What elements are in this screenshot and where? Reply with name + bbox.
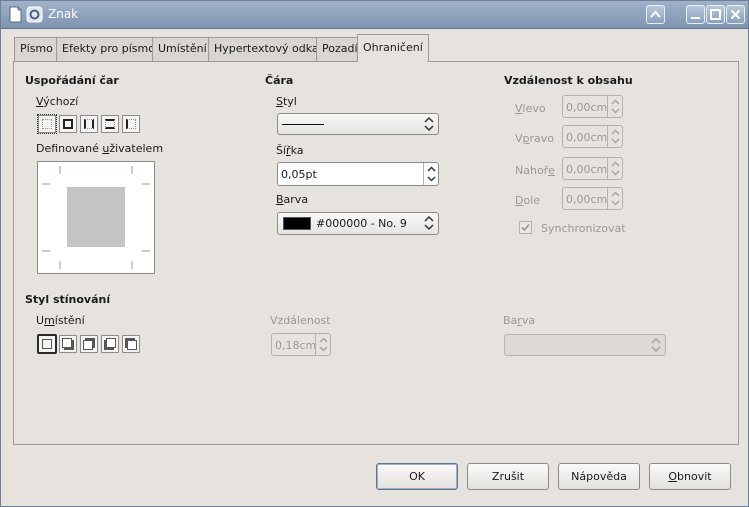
close-icon (730, 9, 741, 20)
spin-arrows-icon (611, 99, 620, 114)
synchronize-checkbox[interactable] (519, 221, 532, 234)
line-color-label: Barva (276, 193, 309, 206)
borders-tab-panel: Uspořádání čar Výchozí Definované uživat… (13, 61, 739, 445)
shade-button[interactable] (646, 5, 665, 24)
preset-top-bottom-border[interactable] (101, 115, 119, 133)
line-width-label: Šířka (276, 144, 304, 157)
shadow-distance-value[interactable]: 0,18cm (275, 339, 316, 352)
shadow-top-left-button[interactable] (122, 335, 140, 353)
updown-arrows-icon (424, 215, 434, 231)
shadow-color-select[interactable] (504, 334, 666, 356)
synchronize-label[interactable]: Synchronizovat (541, 222, 626, 235)
default-label: Výchozí (36, 95, 79, 108)
chevron-up-icon (650, 10, 661, 18)
line-heading: Čára (265, 74, 294, 87)
updown-arrows-icon (651, 337, 661, 353)
shadow-distance-stepper[interactable] (315, 334, 330, 355)
tab-font-effects[interactable]: Efekty pro písmo (56, 37, 161, 61)
shadow-bottom-left-icon (106, 338, 116, 348)
maximize-icon (710, 9, 721, 20)
spacing-bottom-stepper[interactable] (607, 188, 622, 209)
line-width-spinner[interactable]: 0,05pt (277, 162, 439, 186)
spin-arrows-icon (611, 129, 620, 144)
line-color-value: #000000 - No. 9 (316, 217, 407, 230)
shadow-bottom-right-icon (62, 338, 72, 348)
close-button[interactable] (726, 5, 745, 24)
dialog-window: Znak Písmo Efekty pro písmo Umístění Hyp… (0, 0, 749, 507)
spin-arrows-icon (319, 337, 328, 352)
left-border-icon (126, 119, 136, 129)
updown-arrows-icon (424, 116, 434, 132)
tab-borders[interactable]: Ohraničení (357, 34, 429, 62)
spacing-left-value[interactable]: 0,00cm (566, 101, 607, 114)
line-style-select[interactable] (277, 113, 439, 135)
spacing-left-spinner[interactable]: 0,00cm (562, 95, 623, 118)
shadow-none-icon (42, 339, 52, 349)
spacing-right-stepper[interactable] (607, 126, 622, 147)
spacing-right-spinner[interactable]: 0,00cm (562, 125, 623, 148)
checkmark-icon (521, 223, 530, 232)
spacing-top-stepper[interactable] (607, 158, 622, 179)
window-menu-icon[interactable] (26, 6, 43, 23)
line-style-preview (282, 124, 324, 125)
spacing-bottom-label: Dole (515, 194, 541, 207)
spin-arrows-icon (611, 191, 620, 206)
shadow-distance-spinner[interactable]: 0,18cm (271, 333, 331, 356)
shadow-distance-label: Vzdálenost (270, 314, 331, 327)
shadow-color-label: Barva (503, 314, 536, 327)
line-arrangement-heading: Uspořádání čar (25, 74, 119, 87)
spacing-heading: Vzdálenost k obsahu (504, 74, 633, 87)
tab-font[interactable]: Písmo (14, 37, 59, 61)
user-defined-label: Definované uživatelem (36, 142, 164, 155)
spacing-bottom-spinner[interactable]: 0,00cm (562, 187, 623, 210)
shadow-top-right-icon (83, 340, 93, 350)
window-title: Znak (48, 7, 79, 21)
no-borders-icon (42, 119, 52, 129)
tab-position[interactable]: Umístění (152, 37, 213, 61)
line-style-label: Styl (276, 95, 297, 108)
spacing-right-value[interactable]: 0,00cm (566, 131, 607, 144)
outer-border-icon (63, 119, 73, 129)
line-width-value[interactable]: 0,05pt (281, 168, 317, 181)
minimize-button[interactable] (686, 5, 705, 24)
color-swatch (283, 217, 311, 230)
spacing-bottom-value[interactable]: 0,00cm (566, 193, 607, 206)
border-preview-grid (42, 166, 150, 269)
cancel-button[interactable]: Zrušit (467, 463, 549, 490)
spacing-left-stepper[interactable] (607, 96, 622, 117)
maximize-button[interactable] (706, 5, 725, 24)
left-right-border-icon (84, 119, 94, 129)
spacing-top-value[interactable]: 0,00cm (566, 163, 607, 176)
spacing-top-label: Nahoře (515, 164, 555, 177)
spacing-right-label: Vpravo (515, 132, 555, 145)
user-defined-border-preview[interactable] (37, 161, 155, 274)
preset-no-borders[interactable] (37, 114, 57, 134)
ok-button[interactable]: OK (376, 463, 458, 490)
shadow-top-left-icon (127, 340, 137, 350)
preset-left-right-border[interactable] (80, 115, 98, 133)
preset-outer-border[interactable] (59, 115, 77, 133)
shadow-bottom-right-button[interactable] (59, 335, 77, 353)
document-icon[interactable] (7, 6, 24, 23)
shadow-position-label: Umístění (36, 314, 85, 327)
shadow-none-button[interactable] (37, 334, 57, 354)
help-button[interactable]: Nápověda (558, 463, 640, 490)
spin-arrows-icon (427, 166, 436, 182)
top-bottom-border-icon (105, 119, 115, 129)
shadow-top-right-button[interactable] (80, 335, 98, 353)
spacing-top-spinner[interactable]: 0,00cm (562, 157, 623, 180)
line-width-stepper[interactable] (423, 163, 438, 185)
minimize-icon (691, 17, 700, 19)
preset-left-border[interactable] (122, 115, 140, 133)
spacing-left-label: Vlevo (515, 102, 546, 115)
shadow-bottom-left-button[interactable] (101, 335, 119, 353)
line-color-select[interactable]: #000000 - No. 9 (277, 212, 439, 235)
spin-arrows-icon (611, 161, 620, 176)
shadow-style-heading: Styl stínování (25, 293, 111, 306)
tab-hyperlink[interactable]: Hypertextový odkaz (208, 37, 331, 61)
reset-button[interactable]: Obnovit (649, 463, 731, 490)
title-bar: Znak (1, 1, 748, 29)
